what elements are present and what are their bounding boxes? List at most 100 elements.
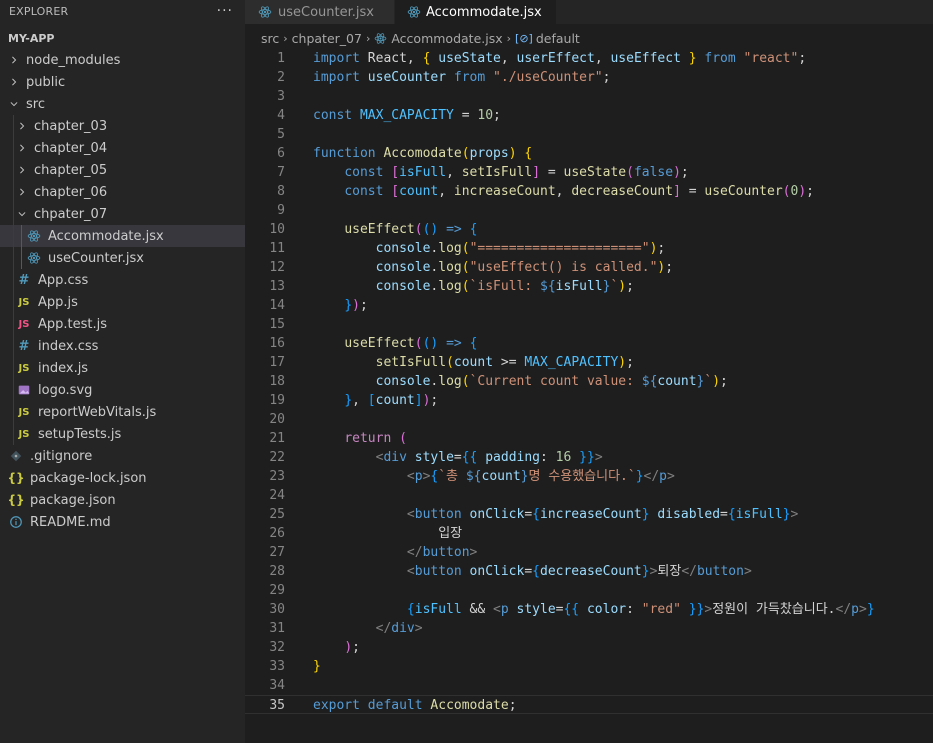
indent-guide	[13, 225, 14, 247]
indent-guide	[13, 401, 14, 423]
code-line[interactable]: 8 const [count, increaseCount, decreaseC…	[245, 182, 933, 201]
code-text: return (	[313, 429, 407, 448]
code-line[interactable]: 2 import useCounter from "./useCounter";	[245, 68, 933, 87]
file-item-index-css[interactable]: # index.css	[0, 335, 245, 357]
breadcrumb-item[interactable]: default	[536, 31, 580, 46]
code-token: setIsFull	[461, 165, 533, 180]
code-token: console	[375, 279, 431, 294]
code-line[interactable]: 20	[245, 410, 933, 429]
code-line[interactable]: 35 export default Accomodate;	[245, 695, 933, 714]
tab-accommodate-jsx[interactable]: Accommodate.jsx	[395, 0, 557, 24]
code-line[interactable]: 31 </div>	[245, 619, 933, 638]
code-line[interactable]: 25 <button onClick={increaseCount} disab…	[245, 505, 933, 524]
code-line[interactable]: 22 <div style={{ padding: 16 }}>	[245, 448, 933, 467]
code-line[interactable]: 34	[245, 676, 933, 695]
code-token: (	[461, 374, 470, 389]
file-item-usecounter-jsx[interactable]: useCounter.jsx	[0, 247, 245, 269]
code-token: `총	[438, 469, 466, 484]
code-token: ${	[465, 469, 482, 484]
code-line[interactable]: 1 import React, { useState, userEffect, u…	[245, 49, 933, 68]
code-text: console.log("=====================");	[313, 239, 666, 258]
code-line[interactable]: 9	[245, 201, 933, 220]
folder-item-chapter-06[interactable]: chapter_06	[0, 181, 245, 203]
code-text: 입장	[313, 524, 462, 543]
indent-guide	[13, 203, 14, 225]
code-token: button	[422, 545, 470, 560]
breadcrumb-item[interactable]: src	[261, 31, 279, 46]
file-item--gitignore[interactable]: .gitignore	[0, 445, 245, 467]
folder-item-chpater-07[interactable]: chpater_07	[0, 203, 245, 225]
code-line[interactable]: 28 <button onClick={decreaseCount}>퇴장</b…	[245, 562, 933, 581]
folder-item-public[interactable]: public	[0, 71, 245, 93]
code-line[interactable]: 5	[245, 125, 933, 144]
file-item-app-css[interactable]: # App.css	[0, 269, 245, 291]
code-line[interactable]: 30 {isFull && <p style={{ color: "red" }…	[245, 600, 933, 619]
code-token: ()	[422, 222, 439, 237]
folder-item-src[interactable]: src	[0, 93, 245, 115]
file-item-accommodate-jsx[interactable]: Accommodate.jsx	[0, 225, 245, 247]
folder-item-node-modules[interactable]: node_modules	[0, 49, 245, 71]
code-line[interactable]: 13 console.log(`isFull: ${isFull}`);	[245, 277, 933, 296]
code-line[interactable]: 12 console.log("useEffect() is called.")…	[245, 258, 933, 277]
code-line[interactable]: 17 setIsFull(count >= MAX_CAPACITY);	[245, 353, 933, 372]
file-item-app-js[interactable]: JS App.js	[0, 291, 245, 313]
code-line[interactable]: 10 useEffect(() => {	[245, 220, 933, 239]
code-line[interactable]: 21 return (	[245, 429, 933, 448]
more-actions-icon[interactable]: ···	[217, 3, 233, 19]
folder-item-chapter-04[interactable]: chapter_04	[0, 137, 245, 159]
chevron-right-icon: ›	[283, 31, 288, 45]
code-token: useEffect	[344, 222, 415, 237]
code-line[interactable]: 15	[245, 315, 933, 334]
code-token: disabled	[657, 507, 721, 522]
breadcrumb-item[interactable]: chpater_07	[292, 31, 362, 46]
file-item-app-test-js[interactable]: JS App.test.js	[0, 313, 245, 335]
code-editor[interactable]: 1 import React, { useState, userEffect, u…	[245, 48, 933, 743]
chevron-right-icon	[8, 55, 20, 65]
code-line[interactable]: 7 const [isFull, setIsFull] = useState(f…	[245, 163, 933, 182]
line-number: 19	[269, 393, 285, 408]
code-line[interactable]: 32 );	[245, 638, 933, 657]
code-line[interactable]: 14 });	[245, 296, 933, 315]
code-line[interactable]: 16 useEffect(() => {	[245, 334, 933, 353]
workspace-section[interactable]: MY-APP	[0, 27, 245, 49]
file-item-package-lock-json[interactable]: {} package-lock.json	[0, 467, 245, 489]
file-item-package-json[interactable]: {} package.json	[0, 489, 245, 511]
code-token: )	[618, 355, 627, 370]
code-token: 명 수용했습니다.`	[528, 469, 636, 484]
code-line[interactable]: 26 입장	[245, 524, 933, 543]
code-line[interactable]: 23 <p>{`총 ${count}명 수용했습니다.`}</p>	[245, 467, 933, 486]
code-token: >	[594, 450, 603, 465]
code-token: const	[344, 165, 384, 180]
breadcrumb: src › chpater_07 › Accommodate.jsx › [⊘] defaul…	[245, 28, 580, 48]
folder-item-chapter-05[interactable]: chapter_05	[0, 159, 245, 181]
code-line[interactable]: 29	[245, 581, 933, 600]
line-number: 6	[277, 146, 285, 161]
folder-item-chapter-03[interactable]: chapter_03	[0, 115, 245, 137]
code-token: }	[313, 659, 321, 674]
code-line[interactable]: 6 function Accomodate(props) {	[245, 144, 933, 163]
code-line[interactable]: 4 const MAX_CAPACITY = 10;	[245, 106, 933, 125]
code-token: {	[469, 222, 478, 237]
file-item-setuptests-js[interactable]: JS setupTests.js	[0, 423, 245, 445]
code-line[interactable]: 33}	[245, 657, 933, 676]
breadcrumb-item[interactable]: Accommodate.jsx	[391, 31, 502, 46]
code-line[interactable]: 19 }, [count]);	[245, 391, 933, 410]
code-token: (	[461, 241, 470, 256]
file-item-index-js[interactable]: JS index.js	[0, 357, 245, 379]
code-line[interactable]: 11 console.log("=====================");	[245, 239, 933, 258]
file-item-reportwebvitals-js[interactable]: JS reportWebVitals.js	[0, 401, 245, 423]
tab-usecounter-jsx[interactable]: useCounter.jsx	[245, 0, 395, 24]
code-line[interactable]: 27 </button>	[245, 543, 933, 562]
code-line[interactable]: 24	[245, 486, 933, 505]
code-line[interactable]: 3	[245, 87, 933, 106]
file-item-logo-svg[interactable]: logo.svg	[0, 379, 245, 401]
code-line[interactable]: 18 console.log(`Current count value: ${c…	[245, 372, 933, 391]
code-token: MAX_CAPACITY	[524, 355, 619, 370]
file-item-readme-md[interactable]: README.md	[0, 511, 245, 533]
